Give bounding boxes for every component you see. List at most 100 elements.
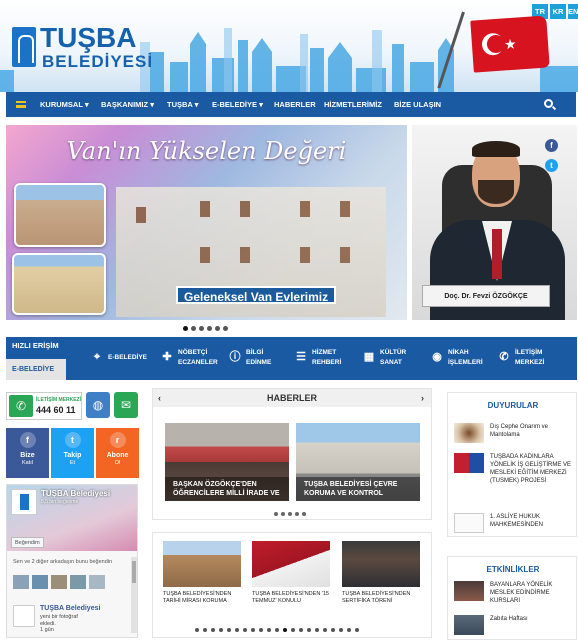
follow-rss-button[interactable]: r Abone Ol [96,428,139,478]
lang-kr-button[interactable]: KR [550,4,566,19]
contact-box: ✆ İLETİŞİM MERKEZİ 444 60 11 ◍ ✉ [6,392,138,422]
announcement-thumb [454,423,484,443]
call-center-box[interactable]: ✆ İLETİŞİM MERKEZİ 444 60 11 [6,392,82,420]
hamburger-menu-icon[interactable] [16,101,26,108]
twitter-icon[interactable]: t [545,159,558,172]
photo-news-card[interactable]: TUŞBA BELEDİYESİ'NDEN '15 TEMMUZ' KONULU [252,541,330,605]
photo-news-title: TUŞBA BELEDİYESİ'NDEN TARİHİ MİRASI KORU… [163,591,232,604]
photo-news-dot[interactable] [243,628,247,632]
hero-slider[interactable]: Van'ın Yükselen Değeri Geleneksel Van Ev… [6,125,407,320]
slide-title: Van'ın Yükselen Değeri [66,137,347,165]
slider-dot[interactable] [183,326,188,331]
facebook-post-avatar[interactable] [13,605,35,627]
slider-dot[interactable] [223,326,228,331]
nav-item-kurumsal[interactable]: KURUMSAL ▾ [40,92,89,117]
phone-icon: ✆ [9,395,33,417]
nav-item-hizmetlerimiz[interactable]: HİZMETLERİMİZ [324,92,382,117]
photo-news-dot[interactable] [203,628,207,632]
slider-dot[interactable] [215,326,220,331]
photo-news-dot[interactable] [307,628,311,632]
event-item[interactable]: BAYANLARA YÖNELİK MESLEK EDİNDİRME KURSL… [454,581,574,607]
news-dot[interactable] [281,512,285,516]
photo-news-dot[interactable] [195,628,199,632]
logo-subtitle[interactable]: BELEDİYESİ [42,52,153,72]
photo-news-image [252,541,330,587]
logo-emblem[interactable] [12,27,36,67]
photo-news-dot[interactable] [283,628,287,632]
announcement-thumb [454,453,484,473]
photo-news-dot[interactable] [235,628,239,632]
nav-item-baskanimiz[interactable]: BAŞKANIMIZ ▾ [101,92,154,117]
info-icon: ⓘ [229,351,241,363]
event-thumb [454,581,484,601]
slide-thumb-house-2 [12,253,106,315]
photo-news-dot[interactable] [299,628,303,632]
news-card[interactable]: TUŞBA BELEDİYESİ ÇEVRE KORUMA VE KONTROL [296,423,420,501]
photo-news-dot[interactable] [275,628,279,632]
photo-news-dot[interactable] [323,628,327,632]
call-center-label: İLETİŞİM MERKEZİ [36,397,81,403]
photo-news-dot[interactable] [259,628,263,632]
photo-news-card[interactable]: TUŞBA BELEDİYESİ'NDEN TARİHİ MİRASI KORU… [163,541,241,605]
announcement-item[interactable]: TUŞBADA KADINLARA YÖNELİK İŞ GELİŞTİRME … [454,453,574,503]
follow-twitter-button[interactable]: t Takip Et [51,428,94,478]
medkit-icon: ✚ [162,351,172,363]
news-next-arrow[interactable]: › [421,389,424,407]
logo-title[interactable]: TUŞBA [40,22,136,54]
photo-news-dot[interactable] [315,628,319,632]
mayor-panel[interactable]: Doç. Dr. Fevzi ÖZGÖKÇE f t [412,125,577,320]
event-item[interactable]: Zabıta Haftası [454,615,574,635]
event-thumb [454,615,484,635]
news-dot[interactable] [302,512,306,516]
announcement-item[interactable]: 1. ASLİYE HUKUK MAHKEMESİNDEN [454,513,574,533]
nav-item-bize-ulasin[interactable]: BİZE ULAŞIN [394,92,441,117]
quick-access-bar: HIZLI ERİŞİM E-BELEDİYE ⌖ E-BELEDİYE ✚ N… [6,337,577,380]
photo-news-dot[interactable] [219,628,223,632]
slider-dot[interactable] [199,326,204,331]
turkish-flag-icon: ★ [470,15,550,73]
facebook-post-author[interactable]: TUŞBA Belediyesi [40,605,100,612]
photo-news-dot[interactable] [251,628,255,632]
facebook-page-widget[interactable]: TUŞBA Belediyesi 8,5 bin beğenme Beğendi… [6,484,138,638]
list-icon: ☰ [296,351,306,363]
slider-dot[interactable] [191,326,196,331]
news-dot[interactable] [288,512,292,516]
announcement-item[interactable]: Dış Cephe Onarım ve Mantolama [454,423,574,445]
facebook-icon: f [19,432,36,448]
photo-news-dot[interactable] [291,628,295,632]
nav-item-haberler[interactable]: HABERLER [274,92,316,117]
slide-thumb-house-1 [14,183,106,247]
photo-news-dot[interactable] [355,628,359,632]
chat-icon[interactable]: ✉ [114,392,138,418]
events-section: ETKİNLİKLER BAYANLARA YÖNELİK MESLEK EDİ… [447,556,577,640]
tab-ebelediye[interactable]: E-BELEDİYE [6,359,66,380]
news-prev-arrow[interactable]: ‹ [158,389,161,407]
photo-news-dot[interactable] [211,628,215,632]
facebook-scrollbar[interactable] [131,557,137,633]
nav-item-tusba[interactable]: TUŞBA ▾ [167,92,198,117]
photo-news-dot[interactable] [339,628,343,632]
news-dot[interactable] [295,512,299,516]
search-icon[interactable] [544,99,553,108]
photo-news-card[interactable]: TUŞBA BELEDİYESİ'NDEN SERTİFİKA TÖRENİ [342,541,420,605]
facebook-page-name[interactable]: TUŞBA Belediyesi [41,489,110,498]
user-icon[interactable]: ◍ [86,392,110,418]
photo-news-dot[interactable] [347,628,351,632]
photo-news-dot[interactable] [331,628,335,632]
slider-dot[interactable] [207,326,212,331]
facebook-page-logo[interactable] [11,489,37,515]
photo-news-dot[interactable] [267,628,271,632]
photo-news-dot[interactable] [227,628,231,632]
slider-dots [183,324,231,333]
photo-news-section: TUŞBA BELEDİYESİ'NDEN TARİHİ MİRASI KORU… [152,532,432,638]
news-card[interactable]: BAŞKAN ÖZGÖKÇE'DEN ÖĞRENCİLERE MİLLİ İRA… [165,423,289,501]
ring-icon: ◉ [432,351,442,363]
photo-news-dots [195,625,363,634]
news-dot[interactable] [274,512,278,516]
nav-item-ebelediye[interactable]: E-BELEDİYE ▾ [212,92,263,117]
facebook-like-button[interactable]: Beğendim [11,537,44,548]
lang-en-button[interactable]: EN [568,4,578,19]
follow-facebook-button[interactable]: f Bize Katıl [6,428,49,478]
facebook-icon[interactable]: f [545,139,558,152]
facebook-post-text: yeni bir fotoğraf ekledi. 1 gün [40,614,78,633]
